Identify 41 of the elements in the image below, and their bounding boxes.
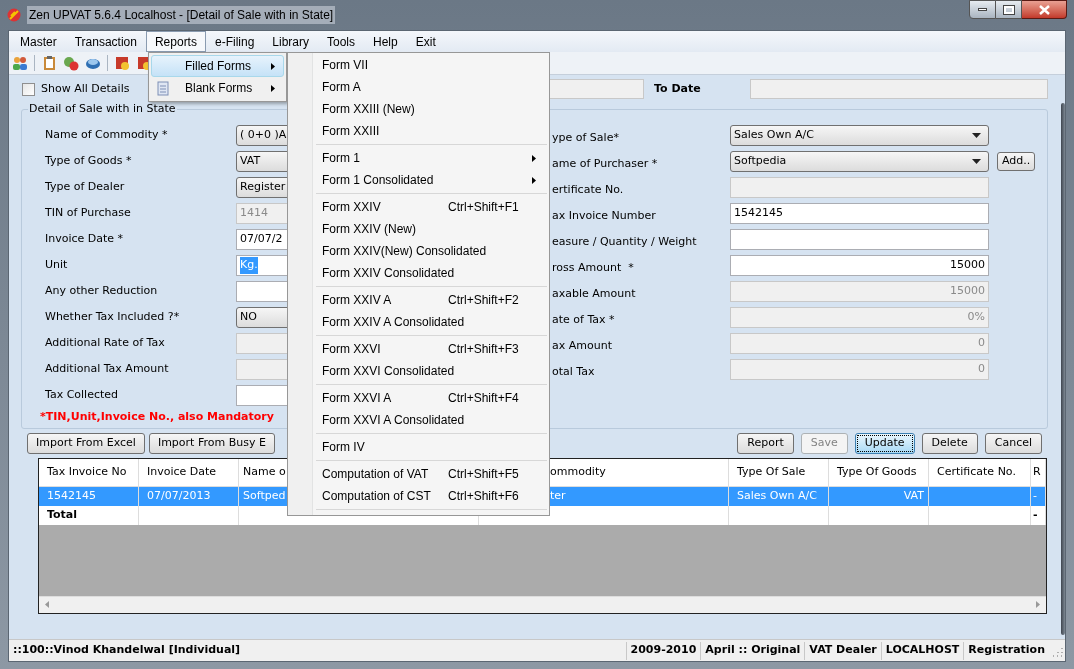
field-label: Name of Commodity * [45, 127, 169, 144]
table-cell-text: Sales Own A/C [737, 487, 817, 504]
group-title: Detail of Sale with in State [28, 101, 177, 117]
field-label: Any other Reduction [45, 283, 159, 300]
field-label: Whether Tax Included ?* [45, 309, 181, 326]
status-section: Registration [963, 641, 1049, 660]
to-date-label: To Date [654, 80, 702, 97]
field-label: ate of Tax * [552, 312, 615, 326]
status-section: ::100::Vinod Khandelwal [Individual] [9, 641, 626, 660]
status-section: April :: Original [700, 641, 805, 660]
field-label: ax Amount [552, 338, 612, 352]
table-cell-text: - [1033, 487, 1037, 504]
field-label: Additional Rate of Tax [45, 335, 166, 352]
field-label: Invoice Date * [45, 231, 125, 248]
mandatory-note: *TIN,Unit,Invoice No., also Mandatory [40, 408, 274, 425]
table-cell-text: Softped [243, 487, 286, 504]
field-label: axable Amount [552, 286, 636, 300]
field-label: ax Invoice Number [552, 208, 656, 222]
table-cell-text: VAT [903, 487, 924, 504]
field-label: Unit [45, 257, 69, 274]
table-cell-text: 1542145 [47, 487, 96, 504]
status-section: 2009-2010 [625, 641, 701, 660]
table-cell-text: 07/07/2013 [147, 487, 211, 504]
field-label: Type of Goods * [45, 153, 133, 170]
field-label: Tax Collected [45, 387, 120, 404]
field-label: TIN of Purchase [45, 205, 132, 222]
field-label: ame of Purchaser * [552, 156, 658, 170]
status-section: VAT Dealer [804, 641, 881, 660]
window-title: Zen UPVAT 5.6.4 Localhost - [Detail of Sale with in State] [27, 6, 336, 24]
table-cell-text: ter [550, 487, 566, 504]
field-label: ross Amount * [552, 260, 634, 274]
field-label: otal Tax [552, 364, 595, 378]
field-label: ertificate No. [552, 182, 624, 196]
table-cell-text: - [1033, 506, 1038, 523]
table-cell-text: Total [47, 506, 78, 523]
field-label: Type of Dealer [45, 179, 126, 196]
field-label: Additional Tax Amount [45, 361, 170, 378]
field-label: easure / Quantity / Weight [552, 234, 697, 248]
checkbox-label: Show All Details [41, 80, 130, 97]
status-section: LOCALHOST [880, 641, 964, 660]
field-label: ype of Sale* [552, 130, 619, 144]
